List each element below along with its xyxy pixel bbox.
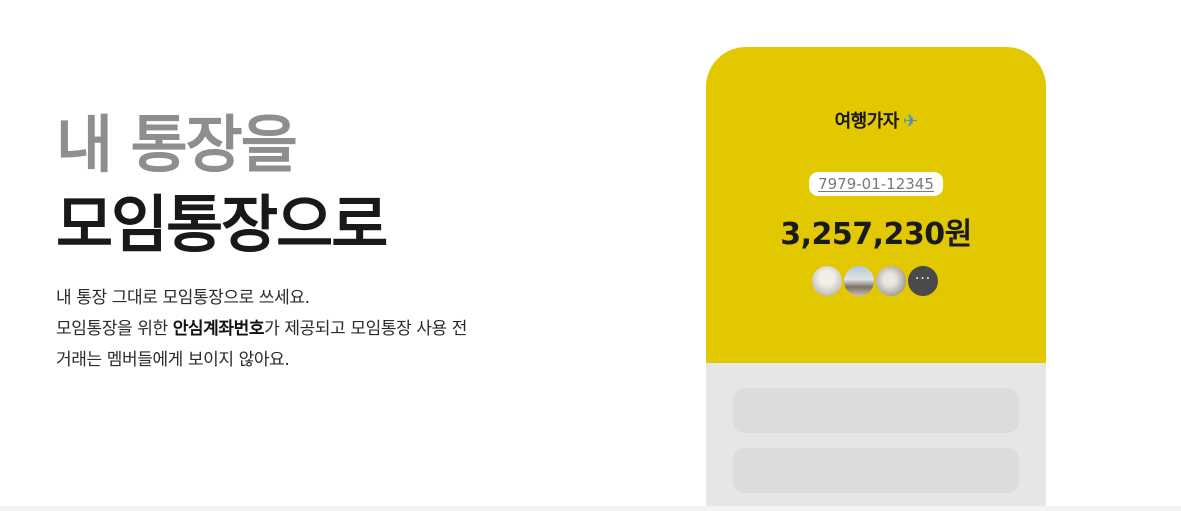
group-account-header: 여행가자 ✈ 7979-01-12345 3,257,230원 ··· — [706, 47, 1046, 363]
hero-description: 내 통장 그대로 모임통장으로 쓰세요. 모임통장을 위한 안심계좌번호가 제공… — [56, 283, 467, 376]
account-number[interactable]: 7979-01-12345 — [809, 172, 943, 196]
description-line-2-start: 모임통장을 위한 — [56, 319, 173, 339]
headline-line-2: 모임통장으로 — [56, 188, 388, 261]
hero-section: 내 통장을 모임통장으로 내 통장 그대로 모임통장으로 쓰세요. 모임통장을 … — [56, 105, 467, 376]
safe-account-number-highlight: 안심계좌번호 — [172, 319, 265, 339]
description-line-2-end: 가 제공되고 모임통장 사용 전 — [264, 319, 468, 339]
description-line-2: 모임통장을 위한 안심계좌번호가 제공되고 모임통장 사용 전 — [56, 314, 467, 345]
description-line-1: 내 통장 그대로 모임통장으로 쓰세요. — [56, 288, 310, 308]
more-members-button[interactable]: ··· — [906, 264, 940, 298]
phone-mockup: 여행가자 ✈ 7979-01-12345 3,257,230원 ··· — [706, 47, 1046, 511]
list-placeholder-card — [733, 388, 1019, 433]
airplane-icon: ✈ — [902, 111, 918, 132]
member-avatar-1[interactable] — [810, 264, 844, 298]
description-line-3: 거래는 멤버들에게 보이지 않아요. — [56, 350, 290, 370]
group-name-label: 여행가자 — [834, 111, 900, 132]
list-placeholder-card — [733, 448, 1019, 493]
account-balance: 3,257,230원 — [780, 217, 972, 252]
member-avatar-3[interactable] — [874, 264, 908, 298]
headline-line-1: 내 통장을 — [56, 108, 298, 181]
group-name: 여행가자 ✈ — [706, 107, 1046, 133]
section-divider — [0, 506, 1181, 511]
member-avatar-2[interactable] — [842, 264, 876, 298]
